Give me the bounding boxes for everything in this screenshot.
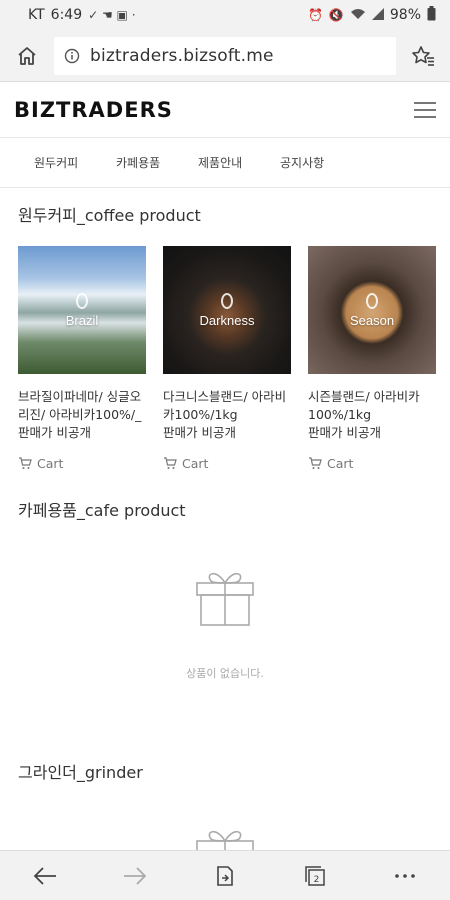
cart-icon bbox=[19, 457, 32, 469]
image-label: Season bbox=[349, 312, 395, 328]
image-label: Brazil bbox=[65, 312, 99, 328]
share-button[interactable] bbox=[203, 854, 247, 898]
carrier: KT bbox=[28, 7, 45, 23]
product-name[interactable]: 다크니스블랜드/ 아라비카100%/1kg bbox=[163, 388, 291, 424]
product-grid: Brazil 브라질이파네마/ 싱글오리진/ 아라비카100%/_ 판매가 비공… bbox=[0, 246, 450, 471]
category-nav: 원두커피 카페용품 제품안내 공지사항 bbox=[0, 138, 450, 188]
site-header: BIZTRADERS bbox=[0, 82, 450, 138]
coffee-bean-icon bbox=[76, 292, 88, 309]
product-card[interactable]: Darkness 다크니스블랜드/ 아라비카100%/1kg 판매가 비공개 C… bbox=[163, 246, 291, 471]
alarm-icon: ⏰ bbox=[307, 8, 323, 22]
product-name[interactable]: 브라질이파네마/ 싱글오리진/ 아라비카100%/_ bbox=[18, 388, 146, 424]
product-price: 판매가 비공개 bbox=[163, 425, 236, 440]
product-price: 판매가 비공개 bbox=[308, 425, 381, 440]
more-dots-icon bbox=[395, 873, 415, 878]
cart-icon bbox=[164, 457, 177, 469]
cart-button[interactable]: Cart bbox=[18, 456, 146, 471]
wifi-icon bbox=[350, 8, 366, 23]
mute-icon: 🔇 bbox=[328, 8, 344, 22]
cart-icon bbox=[309, 457, 322, 469]
status-bar: KT 6:49 ✓ ☚ ▣ · ⏰ 🔇 98% bbox=[0, 0, 450, 30]
back-arrow-icon bbox=[33, 866, 56, 885]
cart-button[interactable]: Cart bbox=[308, 456, 436, 471]
info-icon bbox=[64, 48, 80, 63]
nav-item-products[interactable]: 제품안내 bbox=[198, 154, 280, 171]
product-price: 판매가 비공개 bbox=[18, 425, 91, 440]
coffee-bean-icon bbox=[366, 292, 378, 309]
nav-item-cafe[interactable]: 카페용품 bbox=[116, 154, 198, 171]
cart-button[interactable]: Cart bbox=[163, 456, 291, 471]
cart-label: Cart bbox=[37, 456, 64, 471]
back-button[interactable] bbox=[23, 854, 67, 898]
browser-bottom-bar: 2 bbox=[0, 850, 450, 900]
url-text: biztraders.bizsoft.me bbox=[90, 45, 274, 66]
home-button[interactable] bbox=[10, 39, 44, 73]
clock: 6:49 bbox=[50, 7, 83, 23]
empty-state: 상품이 없습니다. bbox=[0, 565, 450, 681]
home-icon bbox=[18, 46, 36, 65]
product-name[interactable]: 시즌블랜드/ 아라비카100%/1kg bbox=[308, 388, 436, 424]
browser-toolbar: biztraders.bizsoft.me bbox=[0, 30, 450, 82]
tabs-button[interactable]: 2 bbox=[293, 854, 337, 898]
tabs-icon: 2 bbox=[305, 865, 325, 886]
tab-count: 2 bbox=[314, 875, 320, 885]
image-label: Darkness bbox=[199, 312, 255, 328]
share-page-icon bbox=[217, 865, 233, 886]
cart-label: Cart bbox=[327, 456, 354, 471]
product-card[interactable]: Season 시즌블랜드/ 아라비카100%/1kg 판매가 비공개 Cart bbox=[308, 246, 436, 471]
cart-label: Cart bbox=[182, 456, 209, 471]
menu-icon[interactable] bbox=[414, 101, 436, 118]
forward-arrow-icon bbox=[124, 866, 147, 885]
nav-item-notice[interactable]: 공지사항 bbox=[280, 154, 362, 171]
notification-icons: ✓ ☚ ▣ · bbox=[88, 8, 136, 22]
product-image[interactable]: Darkness bbox=[163, 246, 291, 374]
section-title: 원두커피_coffee product bbox=[18, 206, 201, 225]
section-title: 카페용품_cafe product bbox=[18, 501, 186, 520]
coffee-bean-icon bbox=[221, 292, 233, 309]
status-left: KT 6:49 ✓ ☚ ▣ · bbox=[28, 7, 136, 23]
more-button[interactable] bbox=[383, 854, 427, 898]
star-list-icon bbox=[412, 45, 434, 66]
empty-message: 상품이 없습니다. bbox=[186, 667, 264, 680]
nav-item-coffee[interactable]: 원두커피 bbox=[34, 154, 116, 171]
cafe-section: 카페용품_cafe product 상품이 없습니다. bbox=[0, 497, 450, 681]
gift-icon bbox=[196, 572, 254, 626]
section-title: 그라인더_grinder bbox=[18, 763, 143, 782]
forward-button[interactable] bbox=[113, 854, 157, 898]
signal-icon bbox=[371, 7, 384, 23]
product-card[interactable]: Brazil 브라질이파네마/ 싱글오리진/ 아라비카100%/_ 판매가 비공… bbox=[18, 246, 146, 471]
status-right: ⏰ 🔇 98% bbox=[308, 6, 436, 24]
battery-percent: 98% bbox=[389, 7, 421, 23]
bookmark-button[interactable] bbox=[406, 39, 440, 73]
product-image[interactable]: Season bbox=[308, 246, 436, 374]
site-logo[interactable]: BIZTRADERS bbox=[14, 98, 173, 122]
battery-icon bbox=[427, 6, 436, 24]
coffee-section: 원두커피_coffee product Brazil 브라질이파네마/ 싱글오리… bbox=[0, 202, 450, 471]
product-image[interactable]: Brazil bbox=[18, 246, 146, 374]
address-bar[interactable]: biztraders.bizsoft.me bbox=[54, 36, 396, 75]
